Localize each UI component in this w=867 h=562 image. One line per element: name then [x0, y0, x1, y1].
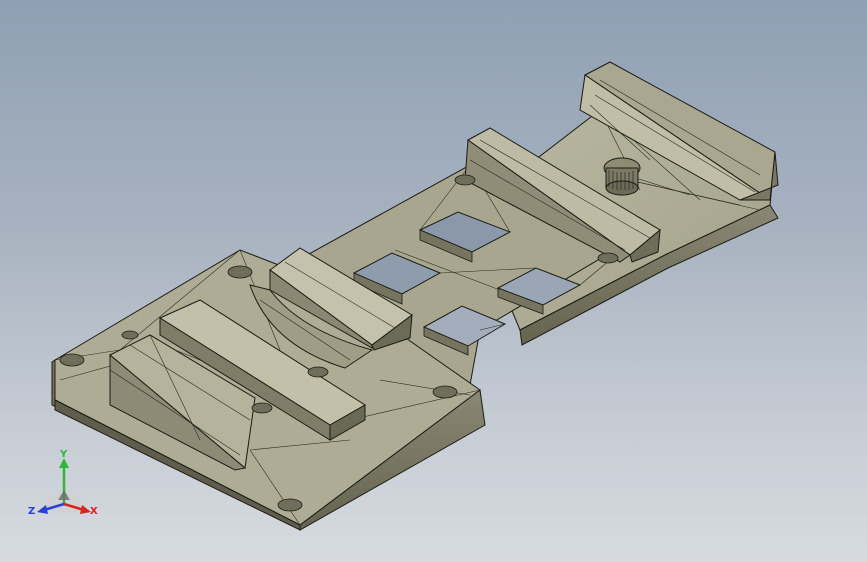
- orientation-triad: Y X Z: [28, 449, 98, 517]
- cad-model[interactable]: [0, 0, 867, 562]
- y-axis-label: Y: [59, 449, 68, 460]
- threaded-post: [603, 157, 641, 196]
- graphics-viewport[interactable]: Y X Z: [0, 0, 867, 562]
- z-axis-label: Z: [28, 506, 35, 517]
- x-axis-label: X: [90, 506, 98, 517]
